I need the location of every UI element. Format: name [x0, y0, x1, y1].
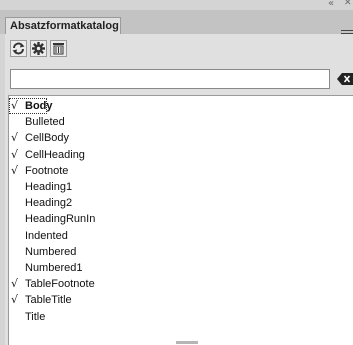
list-item[interactable]: Heading2: [9, 195, 353, 211]
style-name: Heading2: [25, 197, 73, 210]
check-mark-icon: √: [11, 147, 19, 161]
style-name: HeadingRunIn: [25, 213, 96, 226]
check-mark-icon: √: [11, 293, 19, 307]
list-item[interactable]: √ TableTitle: [9, 292, 353, 308]
check-mark-icon: √: [11, 99, 19, 112]
panel-title-strip: « ✕: [0, 0, 353, 10]
list-item[interactable]: Indented: [9, 228, 353, 244]
list-item[interactable]: Title: [9, 309, 353, 325]
list-item[interactable]: Numbered1: [9, 260, 353, 276]
style-name: Title: [25, 310, 46, 323]
trash-icon: [53, 43, 64, 55]
style-name: Indented: [25, 229, 68, 242]
clear-search-icon[interactable]: [337, 73, 353, 85]
style-name: TableFootnote: [25, 278, 95, 291]
check-mark-icon: √: [11, 277, 19, 291]
delete-button[interactable]: [50, 40, 67, 57]
list-item[interactable]: √ Footnote: [9, 163, 353, 179]
style-name: Numbered: [25, 245, 77, 258]
list-item[interactable]: Heading1: [9, 179, 353, 195]
style-name: CellBody: [25, 132, 70, 145]
list-item[interactable]: Numbered: [9, 244, 353, 260]
list-item[interactable]: √ CellHeading: [9, 147, 353, 163]
close-panel-icon[interactable]: ✕: [344, 0, 352, 9]
collapse-panel-icon[interactable]: «: [328, 0, 334, 10]
resize-grip[interactable]: [176, 341, 198, 344]
tab-paragraph-catalog[interactable]: Absatzformatkatalog: [5, 17, 121, 35]
list-item[interactable]: √ TableFootnote: [9, 276, 353, 292]
tab-bar: Absatzformatkatalog: [0, 10, 353, 37]
style-name: Heading1: [25, 181, 73, 193]
style-name: CellHeading: [25, 148, 85, 161]
tab-label: Absatzformatkatalog: [10, 20, 119, 32]
style-name: Bulleted: [25, 116, 65, 129]
paragraph-catalog-panel: « ✕ Absatzformatkatalog √ Body Bulleted …: [0, 0, 353, 345]
panel-content: √ Body Bulleted √ CellBody √ CellHeading √ Footn…: [5, 34, 353, 345]
check-mark-icon: √: [11, 163, 19, 177]
refresh-button[interactable]: [10, 40, 27, 57]
list-item[interactable]: Bulleted: [9, 114, 353, 130]
list-item[interactable]: √ Body: [9, 98, 53, 114]
search-input[interactable]: [10, 69, 330, 89]
paragraph-style-list[interactable]: √ Body Bulleted √ CellBody √ CellHeading √ Footn…: [8, 95, 353, 345]
style-name: Numbered1: [25, 262, 83, 274]
refresh-icon: [12, 42, 25, 55]
style-name: TableTitle: [25, 294, 72, 307]
options-button[interactable]: [30, 40, 47, 57]
style-name: Footnote: [25, 164, 69, 177]
list-item[interactable]: √ CellBody: [9, 130, 353, 146]
gear-icon: [32, 42, 45, 55]
list-item[interactable]: HeadingRunIn: [9, 211, 353, 227]
style-name: Body: [25, 100, 53, 112]
check-mark-icon: √: [11, 131, 19, 145]
